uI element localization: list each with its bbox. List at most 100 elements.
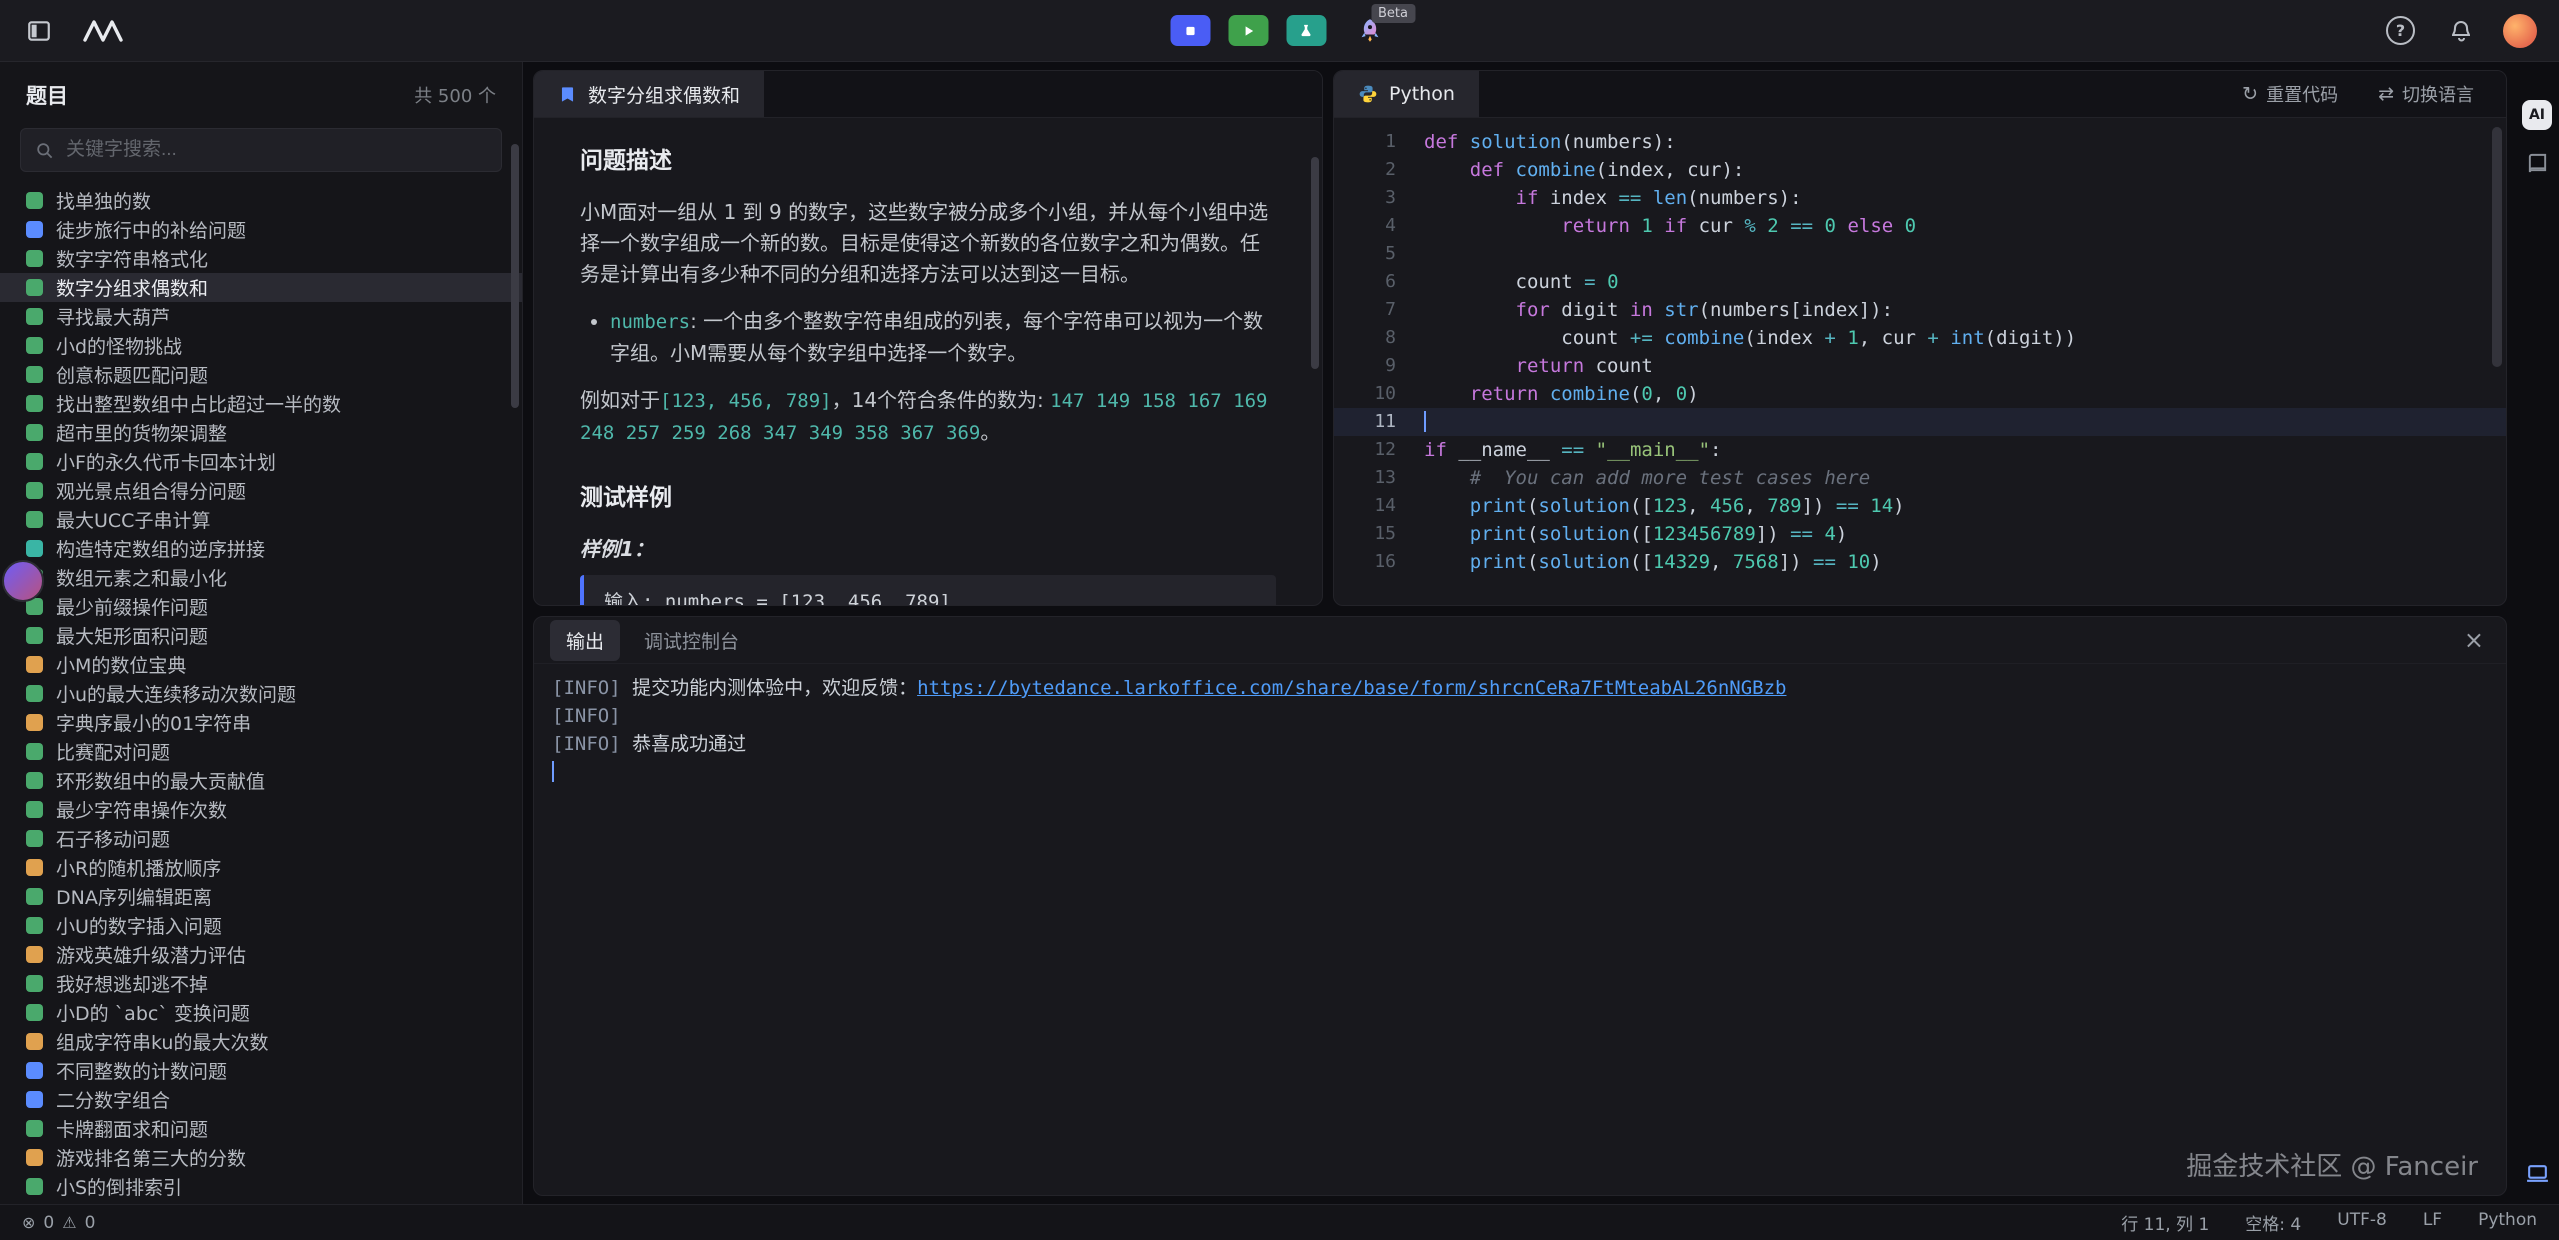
sidebar-item[interactable]: 石子移动问题 bbox=[0, 824, 522, 853]
cursor-position[interactable]: 行 11, 列 1 bbox=[2121, 1210, 2209, 1235]
sidebar-item[interactable]: 卡牌翻面求和问题 bbox=[0, 1114, 522, 1143]
desc-paragraph: 小M面对一组从 1 到 9 的数字，这些数字被分成多个小组，并从每个小组中选择一… bbox=[580, 197, 1276, 290]
description-scrollbar[interactable] bbox=[1311, 157, 1319, 369]
difficulty-icon bbox=[26, 511, 43, 528]
sidebar-item[interactable]: 找单独的数 bbox=[0, 186, 522, 215]
tab-output[interactable]: 输出 bbox=[550, 620, 620, 661]
line-number: 5 bbox=[1334, 240, 1424, 268]
line-number: 7 bbox=[1334, 296, 1424, 324]
sidebar-item[interactable]: 最大UCC子串计算 bbox=[0, 505, 522, 534]
sidebar-item[interactable]: 徒步旅行中的补给问题 bbox=[0, 215, 522, 244]
sidebar-item[interactable]: 比赛配对问题 bbox=[0, 737, 522, 766]
sidebar-item[interactable]: 环形数组中的最大贡献值 bbox=[0, 766, 522, 795]
code-line[interactable]: 4 return 1 if cur % 2 == 0 else 0 bbox=[1334, 212, 2506, 240]
indentation[interactable]: 空格: 4 bbox=[2245, 1210, 2301, 1235]
code-line[interactable]: 3 if index == len(numbers): bbox=[1334, 184, 2506, 212]
code-line[interactable]: 1def solution(numbers): bbox=[1334, 128, 2506, 156]
sidebar-item[interactable]: 二分数字组合 bbox=[0, 1085, 522, 1114]
problem-title: 最少字符串操作次数 bbox=[56, 796, 227, 823]
code-line[interactable]: 16 print(solution([14329, 7568]) == 10) bbox=[1334, 548, 2506, 576]
sidebar-item[interactable]: 最少字符串操作次数 bbox=[0, 795, 522, 824]
sidebar-item[interactable]: 构造特定数组的逆序拼接 bbox=[0, 534, 522, 563]
code-line[interactable]: 11 bbox=[1334, 408, 2506, 436]
search-input[interactable] bbox=[64, 138, 487, 162]
sidebar-item[interactable]: 最少前缀操作问题 bbox=[0, 592, 522, 621]
user-avatar[interactable] bbox=[2503, 14, 2537, 48]
difficulty-icon bbox=[26, 1033, 43, 1050]
sidebar-item[interactable]: 超市里的货物架调整 bbox=[0, 418, 522, 447]
problem-title: 数组元素之和最小化 bbox=[56, 564, 227, 591]
difficulty-icon bbox=[26, 1120, 43, 1137]
play-icon bbox=[1241, 24, 1255, 38]
run-button[interactable] bbox=[1228, 15, 1268, 46]
sidebar-item[interactable]: 小u的最大连续移动次数问题 bbox=[0, 679, 522, 708]
sidebar-item[interactable]: 数字分组求偶数和 bbox=[0, 273, 522, 302]
sidebar-item[interactable]: 我好想逃却逃不掉 bbox=[0, 969, 522, 998]
code-line[interactable]: 6 count = 0 bbox=[1334, 268, 2506, 296]
sidebar-item[interactable]: 游戏英雄升级潜力评估 bbox=[0, 940, 522, 969]
sidebar-item[interactable]: 小R的随机播放顺序 bbox=[0, 853, 522, 882]
sidebar-toggle-button[interactable] bbox=[22, 14, 56, 48]
code-line[interactable]: 10 return combine(0, 0) bbox=[1334, 380, 2506, 408]
sidebar-item[interactable]: 小D的 `abc` 变换问题 bbox=[0, 998, 522, 1027]
debug-button[interactable] bbox=[1170, 15, 1210, 46]
code-line[interactable]: 8 count += combine(index + 1, cur + int(… bbox=[1334, 324, 2506, 352]
code-line[interactable]: 12if __name__ == "__main__": bbox=[1334, 436, 2506, 464]
reset-code-button[interactable]: ↻ 重置代码 bbox=[2236, 80, 2344, 108]
submit-button[interactable]: Beta bbox=[1350, 16, 1389, 45]
editor-scrollbar[interactable] bbox=[2492, 127, 2502, 367]
code-line[interactable]: 7 for digit in str(numbers[index]): bbox=[1334, 296, 2506, 324]
sidebar-item[interactable]: DNA序列编辑距离 bbox=[0, 882, 522, 911]
sidebar-item[interactable]: 创意标题匹配问题 bbox=[0, 360, 522, 389]
problem-tab[interactable]: 数字分组求偶数和 bbox=[534, 71, 764, 117]
sidebar-item[interactable]: 找出整型数组中占比超过一半的数 bbox=[0, 389, 522, 418]
sidebar-item[interactable]: 小U的数字插入问题 bbox=[0, 911, 522, 940]
feedback-link[interactable]: https://bytedance.larkoffice.com/share/b… bbox=[917, 677, 1786, 699]
self-test-button[interactable] bbox=[1286, 15, 1326, 46]
sidebar-item[interactable]: 不同整数的计数问题 bbox=[0, 1056, 522, 1085]
switch-language-button[interactable]: ⇄ 切换语言 bbox=[2372, 80, 2480, 108]
knowledge-button[interactable] bbox=[2526, 152, 2549, 175]
sidebar-item[interactable]: 小d的怪物挑战 bbox=[0, 331, 522, 360]
sidebar-item[interactable]: 小F的永久代币卡回本计划 bbox=[0, 447, 522, 476]
close-output-icon[interactable]: × bbox=[2458, 627, 2490, 653]
sidebar-item[interactable]: 数字字符串格式化 bbox=[0, 244, 522, 273]
sidebar-item[interactable]: 组成字符串ku的最大次数 bbox=[0, 1027, 522, 1056]
output-console[interactable]: [INFO] 提交功能内测体验中，欢迎反馈：https://bytedance.… bbox=[534, 664, 2506, 1195]
problem-title: 组成字符串ku的最大次数 bbox=[56, 1028, 268, 1055]
language-tab[interactable]: Python bbox=[1334, 71, 1479, 117]
ai-icon: AI bbox=[2522, 100, 2552, 130]
assistant-float-button[interactable] bbox=[2, 560, 44, 602]
code-line[interactable]: 2 def combine(index, cur): bbox=[1334, 156, 2506, 184]
sidebar-item[interactable]: 小M的数位宝典 bbox=[0, 650, 522, 679]
notifications-button[interactable] bbox=[2445, 15, 2477, 47]
sample1-input: 输入: numbers = [123, 456, 789] bbox=[604, 587, 1256, 605]
code-line[interactable]: 9 return count bbox=[1334, 352, 2506, 380]
sidebar-scrollbar[interactable] bbox=[511, 144, 519, 408]
sidebar-item[interactable]: 最大矩形面积问题 bbox=[0, 621, 522, 650]
code-line[interactable]: 13 # You can add more test cases here bbox=[1334, 464, 2506, 492]
code-editor[interactable]: 1def solution(numbers):2 def combine(ind… bbox=[1334, 118, 2506, 605]
eol-mode[interactable]: LF bbox=[2423, 1210, 2442, 1235]
code-line[interactable]: 5 bbox=[1334, 240, 2506, 268]
line-number: 15 bbox=[1334, 520, 1424, 548]
code-line[interactable]: 14 print(solution([123, 456, 789]) == 14… bbox=[1334, 492, 2506, 520]
problem-title: 数字分组求偶数和 bbox=[56, 274, 208, 301]
problems-indicator[interactable]: ⊗ 0 ⚠ 0 bbox=[22, 1213, 95, 1233]
sidebar-item[interactable]: 字典序最小的01字符串 bbox=[0, 708, 522, 737]
problem-description[interactable]: 问题描述 小M面对一组从 1 到 9 的数字，这些数字被分成多个小组，并从每个小… bbox=[534, 118, 1322, 605]
sidebar-item[interactable]: 小S的倒排索引 bbox=[0, 1172, 522, 1201]
help-button[interactable]: ? bbox=[2382, 12, 2419, 49]
sidebar-item[interactable]: 游戏排名第三大的分数 bbox=[0, 1143, 522, 1172]
code-line[interactable]: 15 print(solution([123456789]) == 4) bbox=[1334, 520, 2506, 548]
device-preview-button[interactable] bbox=[2525, 1161, 2550, 1186]
difficulty-icon bbox=[26, 685, 43, 702]
language-mode[interactable]: Python bbox=[2478, 1210, 2537, 1235]
encoding[interactable]: UTF-8 bbox=[2337, 1210, 2387, 1235]
sidebar-item[interactable]: 寻找最大葫芦 bbox=[0, 302, 522, 331]
tab-debug-console[interactable]: 调试控制台 bbox=[628, 620, 755, 661]
beta-badge: Beta bbox=[1371, 4, 1415, 23]
sidebar-item[interactable]: 数组元素之和最小化 bbox=[0, 563, 522, 592]
sidebar-item[interactable]: 观光景点组合得分问题 bbox=[0, 476, 522, 505]
ai-assistant-button[interactable]: AI bbox=[2522, 100, 2552, 130]
